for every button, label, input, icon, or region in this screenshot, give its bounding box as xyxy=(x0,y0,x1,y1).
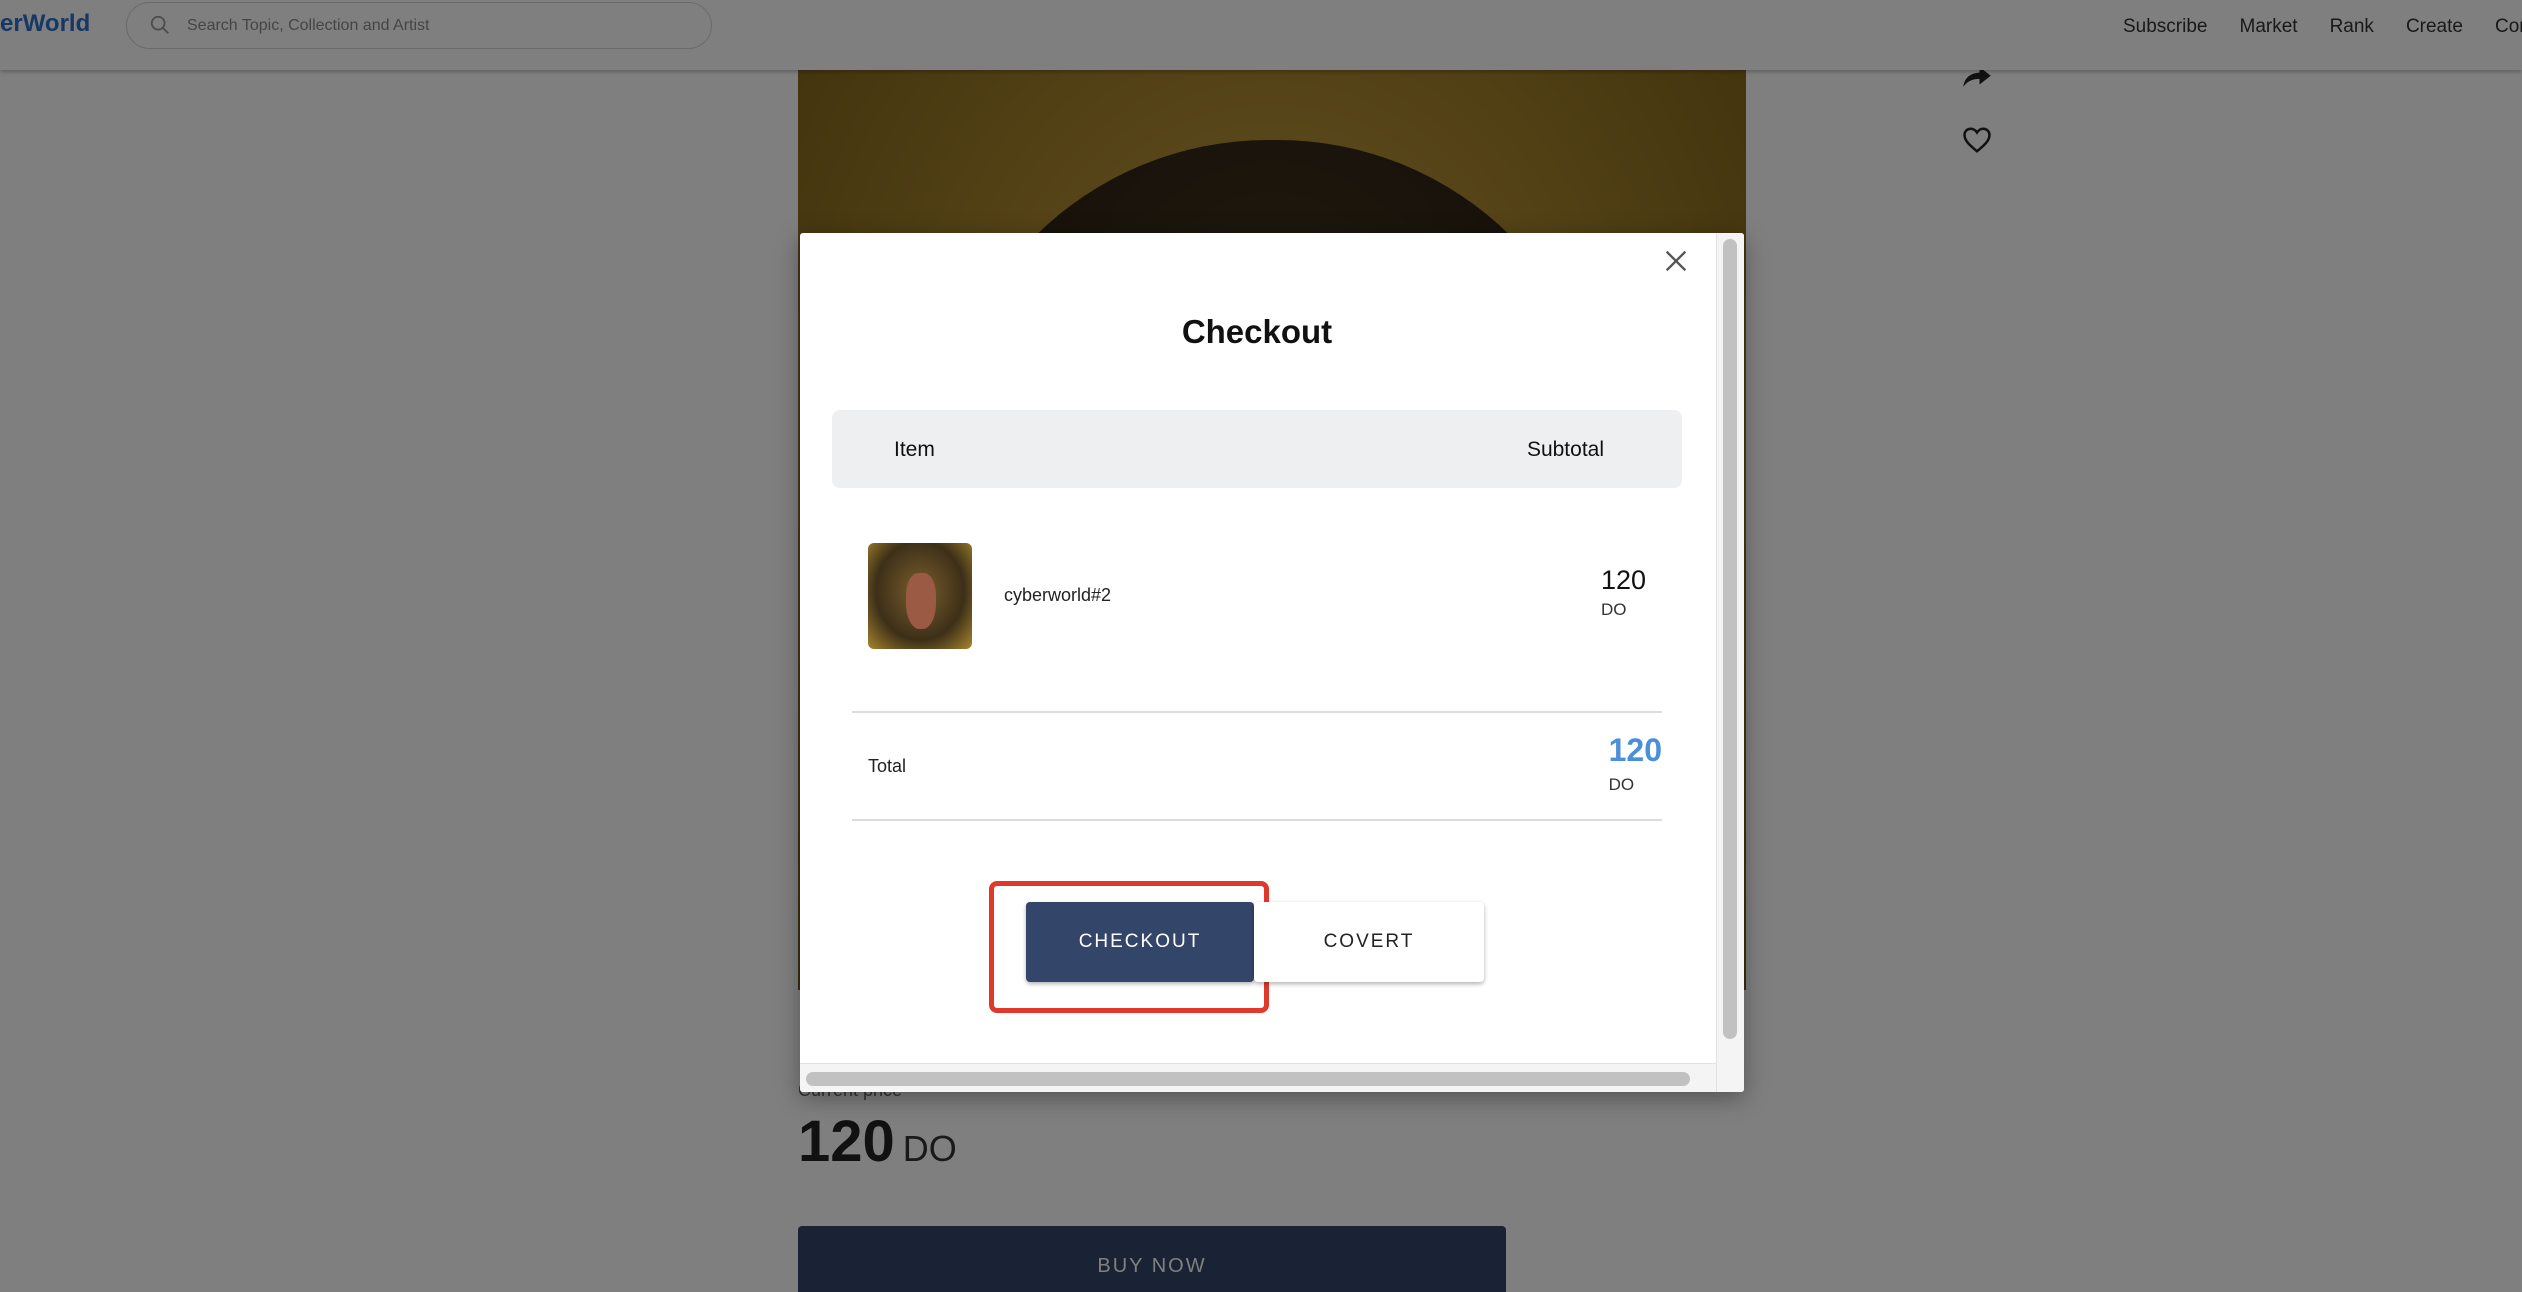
checkout-item-row: cyberworld#2 120 DO xyxy=(852,543,1662,653)
horizontal-scrollbar[interactable] xyxy=(800,1063,1716,1092)
column-item: Item xyxy=(894,438,935,461)
total-value: 120 xyxy=(1608,732,1662,768)
modal-title: Checkout xyxy=(1181,313,1333,350)
close-icon[interactable] xyxy=(1662,247,1690,275)
item-name: cyberworld#2 xyxy=(1004,585,1112,605)
vertical-scrollbar[interactable] xyxy=(1716,233,1744,1092)
total-label: Total xyxy=(868,756,907,776)
covert-button[interactable]: COVERT xyxy=(1254,902,1484,982)
divider xyxy=(852,711,1662,713)
vase-graphic xyxy=(906,573,936,629)
divider xyxy=(852,819,1662,821)
item-thumbnail xyxy=(868,543,972,649)
checkout-table-header: Item Subtotal xyxy=(832,410,1682,488)
vertical-scrollbar-thumb[interactable] xyxy=(1723,239,1737,1039)
checkout-modal: Checkout Item Subtotal cyberworld#2 120 … xyxy=(800,233,1744,1092)
item-subtotal: 120 DO xyxy=(1601,565,1646,620)
horizontal-scrollbar-thumb[interactable] xyxy=(806,1072,1690,1086)
item-price-value: 120 xyxy=(1600,565,1646,595)
checkout-button[interactable]: CHECKOUT xyxy=(1026,902,1254,982)
item-price-unit: DO xyxy=(1600,600,1627,619)
column-subtotal: Subtotal xyxy=(1526,438,1604,461)
total-unit: DO xyxy=(1608,775,1635,794)
total-price: 120 DO xyxy=(1609,732,1662,795)
